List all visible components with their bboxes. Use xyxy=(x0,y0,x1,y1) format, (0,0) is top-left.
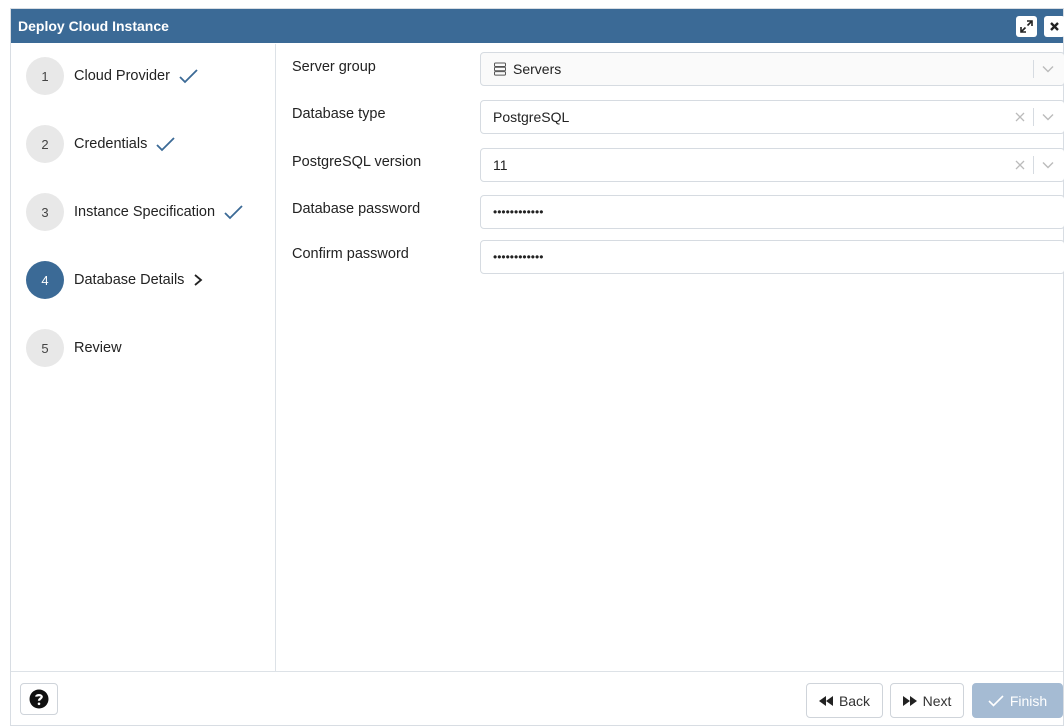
server-group-icon xyxy=(494,62,506,76)
step-credentials[interactable]: 2 Credentials xyxy=(26,124,175,164)
step-number: 1 xyxy=(26,57,64,95)
chevron-down-icon[interactable] xyxy=(1042,113,1054,121)
finish-button[interactable]: Finish xyxy=(972,683,1063,718)
question-circle-icon xyxy=(29,689,49,709)
chevron-down-icon[interactable] xyxy=(1042,65,1054,73)
step-cloud-provider[interactable]: 1 Cloud Provider xyxy=(26,56,198,96)
check-icon xyxy=(155,136,175,152)
postgresql-version-select[interactable]: 11 xyxy=(480,148,1064,182)
postgresql-version-label: PostgreSQL version xyxy=(292,154,422,170)
deploy-cloud-instance-dialog: Deploy Cloud Instance 1 Cloud Provider 2 xyxy=(10,8,1064,726)
step-label: Cloud Provider xyxy=(74,68,170,84)
select-separator xyxy=(1033,156,1034,174)
dialog-title: Deploy Cloud Instance xyxy=(18,18,169,34)
wizard-steps: 1 Cloud Provider 2 Credentials 3 Instanc… xyxy=(11,44,276,671)
confirm-password-value: •••••••••••• xyxy=(493,250,544,264)
database-type-label: Database type xyxy=(292,106,386,122)
maximize-button[interactable] xyxy=(1016,16,1037,37)
select-separator xyxy=(1033,60,1034,78)
database-password-value: •••••••••••• xyxy=(493,205,544,219)
postgresql-version-value: 11 xyxy=(493,157,508,173)
next-button[interactable]: Next xyxy=(890,683,964,718)
check-icon xyxy=(223,204,243,220)
step-review[interactable]: 5 Review xyxy=(26,328,122,368)
server-group-select[interactable]: Servers xyxy=(480,52,1064,86)
step-instance-specification[interactable]: 3 Instance Specification xyxy=(26,192,243,232)
database-type-select[interactable]: PostgreSQL xyxy=(480,100,1064,134)
chevron-right-icon xyxy=(192,273,204,287)
back-button[interactable]: Back xyxy=(806,683,883,718)
backward-icon xyxy=(818,695,833,706)
finish-label: Finish xyxy=(1009,692,1048,709)
step-label: Instance Specification xyxy=(74,204,216,220)
step-label: Database Details xyxy=(74,272,185,288)
select-separator xyxy=(1033,108,1034,126)
clear-icon[interactable] xyxy=(1015,112,1025,122)
back-label: Back xyxy=(838,692,871,709)
database-password-label: Database password xyxy=(292,201,421,217)
next-label: Next xyxy=(922,692,952,709)
check-icon xyxy=(988,694,1004,707)
check-icon xyxy=(178,68,198,84)
help-button[interactable] xyxy=(20,683,58,715)
step-label: Review xyxy=(74,340,122,356)
server-group-value: Servers xyxy=(513,61,562,77)
database-type-value: PostgreSQL xyxy=(493,109,570,125)
confirm-password-field[interactable]: •••••••••••• xyxy=(480,240,1064,274)
dialog-footer: Back Next Finish xyxy=(11,671,1063,726)
step-number: 3 xyxy=(26,193,64,231)
step-number: 2 xyxy=(26,125,64,163)
chevron-down-icon[interactable] xyxy=(1042,161,1054,169)
confirm-password-label: Confirm password xyxy=(292,246,409,262)
step-database-details[interactable]: 4 Database Details xyxy=(26,260,204,300)
database-password-field[interactable]: •••••••••••• xyxy=(480,195,1064,229)
step-number: 5 xyxy=(26,329,64,367)
step-number: 4 xyxy=(26,261,64,299)
close-button[interactable] xyxy=(1044,16,1064,37)
forward-icon xyxy=(902,695,917,706)
clear-icon[interactable] xyxy=(1015,160,1025,170)
dialog-titlebar[interactable]: Deploy Cloud Instance xyxy=(11,9,1064,43)
server-group-label: Server group xyxy=(292,59,376,75)
expand-icon xyxy=(1020,20,1033,33)
close-icon xyxy=(1050,22,1059,31)
step-label: Credentials xyxy=(74,136,148,152)
